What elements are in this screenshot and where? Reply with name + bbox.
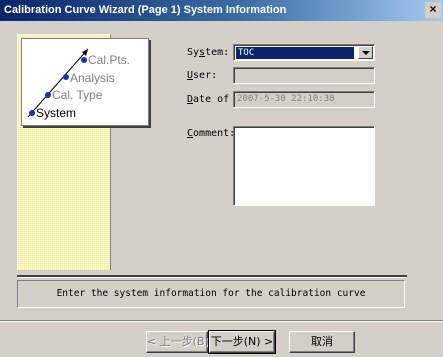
step-cal-pts: Cal.Pts. [88,53,131,67]
window-title: Calibration Curve Wizard (Page 1) System… [4,4,287,16]
date-value: 2007-5-30 22:10:38 [237,94,335,104]
info-message: Enter the system information for the cal… [17,280,405,308]
cancel-button[interactable]: 取消 [289,331,355,353]
system-selected-value: TOC [236,47,354,59]
user-field[interactable] [233,67,375,84]
divider [17,275,407,278]
button-separator [0,320,443,322]
close-icon[interactable]: × [425,2,441,18]
system-select[interactable]: TOC [233,44,375,61]
system-label: System: [187,47,230,58]
date-label: Date of [187,94,230,105]
back-button[interactable]: < 上一步(B) [146,331,209,353]
step-system: System [36,106,77,120]
comment-textarea[interactable] [233,126,375,206]
date-field[interactable]: 2007-5-30 22:10:38 [233,91,375,108]
step-cal-type: Cal. Type [52,88,103,102]
comment-label: Comment: [187,128,236,139]
next-button[interactable]: 下一步(N) > [208,330,276,354]
wizard-steps-diagram: Cal.Pts. Analysis Cal. Type System [21,38,149,126]
user-label: User: [187,70,218,81]
step-analysis: Analysis [70,71,115,85]
chevron-down-icon[interactable] [358,46,373,59]
title-bar: Calibration Curve Wizard (Page 1) System… [0,0,443,21]
